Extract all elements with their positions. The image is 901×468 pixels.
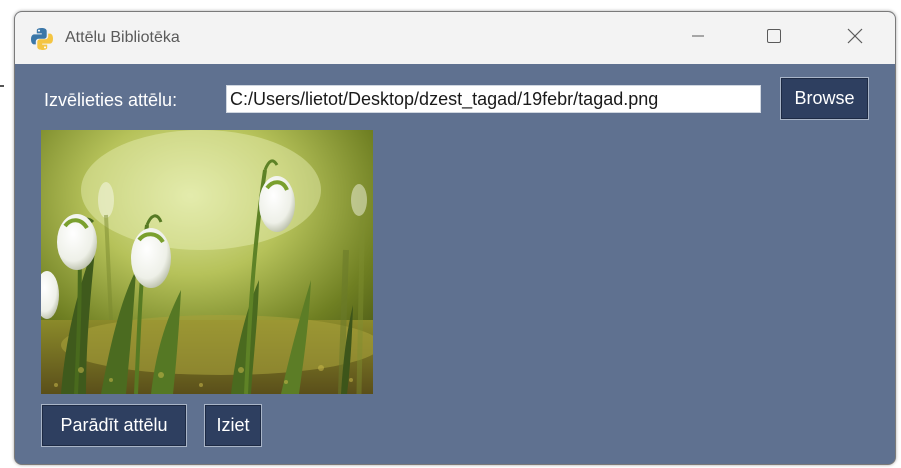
- show-image-button[interactable]: Parādīt attēlu: [41, 404, 187, 447]
- minimize-icon: [690, 28, 706, 49]
- minimize-button[interactable]: [670, 12, 726, 64]
- python-icon: [29, 26, 55, 52]
- background-fragment: [0, 84, 6, 88]
- maximize-button[interactable]: [746, 12, 802, 64]
- window-title: Attēlu Bibliotēka: [65, 29, 180, 46]
- close-icon: [846, 27, 864, 50]
- title-bar[interactable]: Attēlu Bibliotēka: [15, 12, 895, 64]
- exit-button[interactable]: Iziet: [204, 404, 262, 447]
- close-button[interactable]: [827, 12, 883, 64]
- maximize-icon: [766, 28, 782, 49]
- file-path-input[interactable]: C:/Users/lietot/Desktop/dzest_tagad/19fe…: [226, 85, 761, 113]
- window-content: Izvēlieties attēlu: C:/Users/lietot/Desk…: [15, 64, 895, 464]
- app-window: Attēlu Bibliotēka Izvēlieties attēlu: C:…: [14, 11, 896, 465]
- select-image-label: Izvēlieties attēlu:: [44, 90, 178, 110]
- browse-button[interactable]: Browse: [780, 77, 869, 120]
- image-preview: [41, 130, 373, 394]
